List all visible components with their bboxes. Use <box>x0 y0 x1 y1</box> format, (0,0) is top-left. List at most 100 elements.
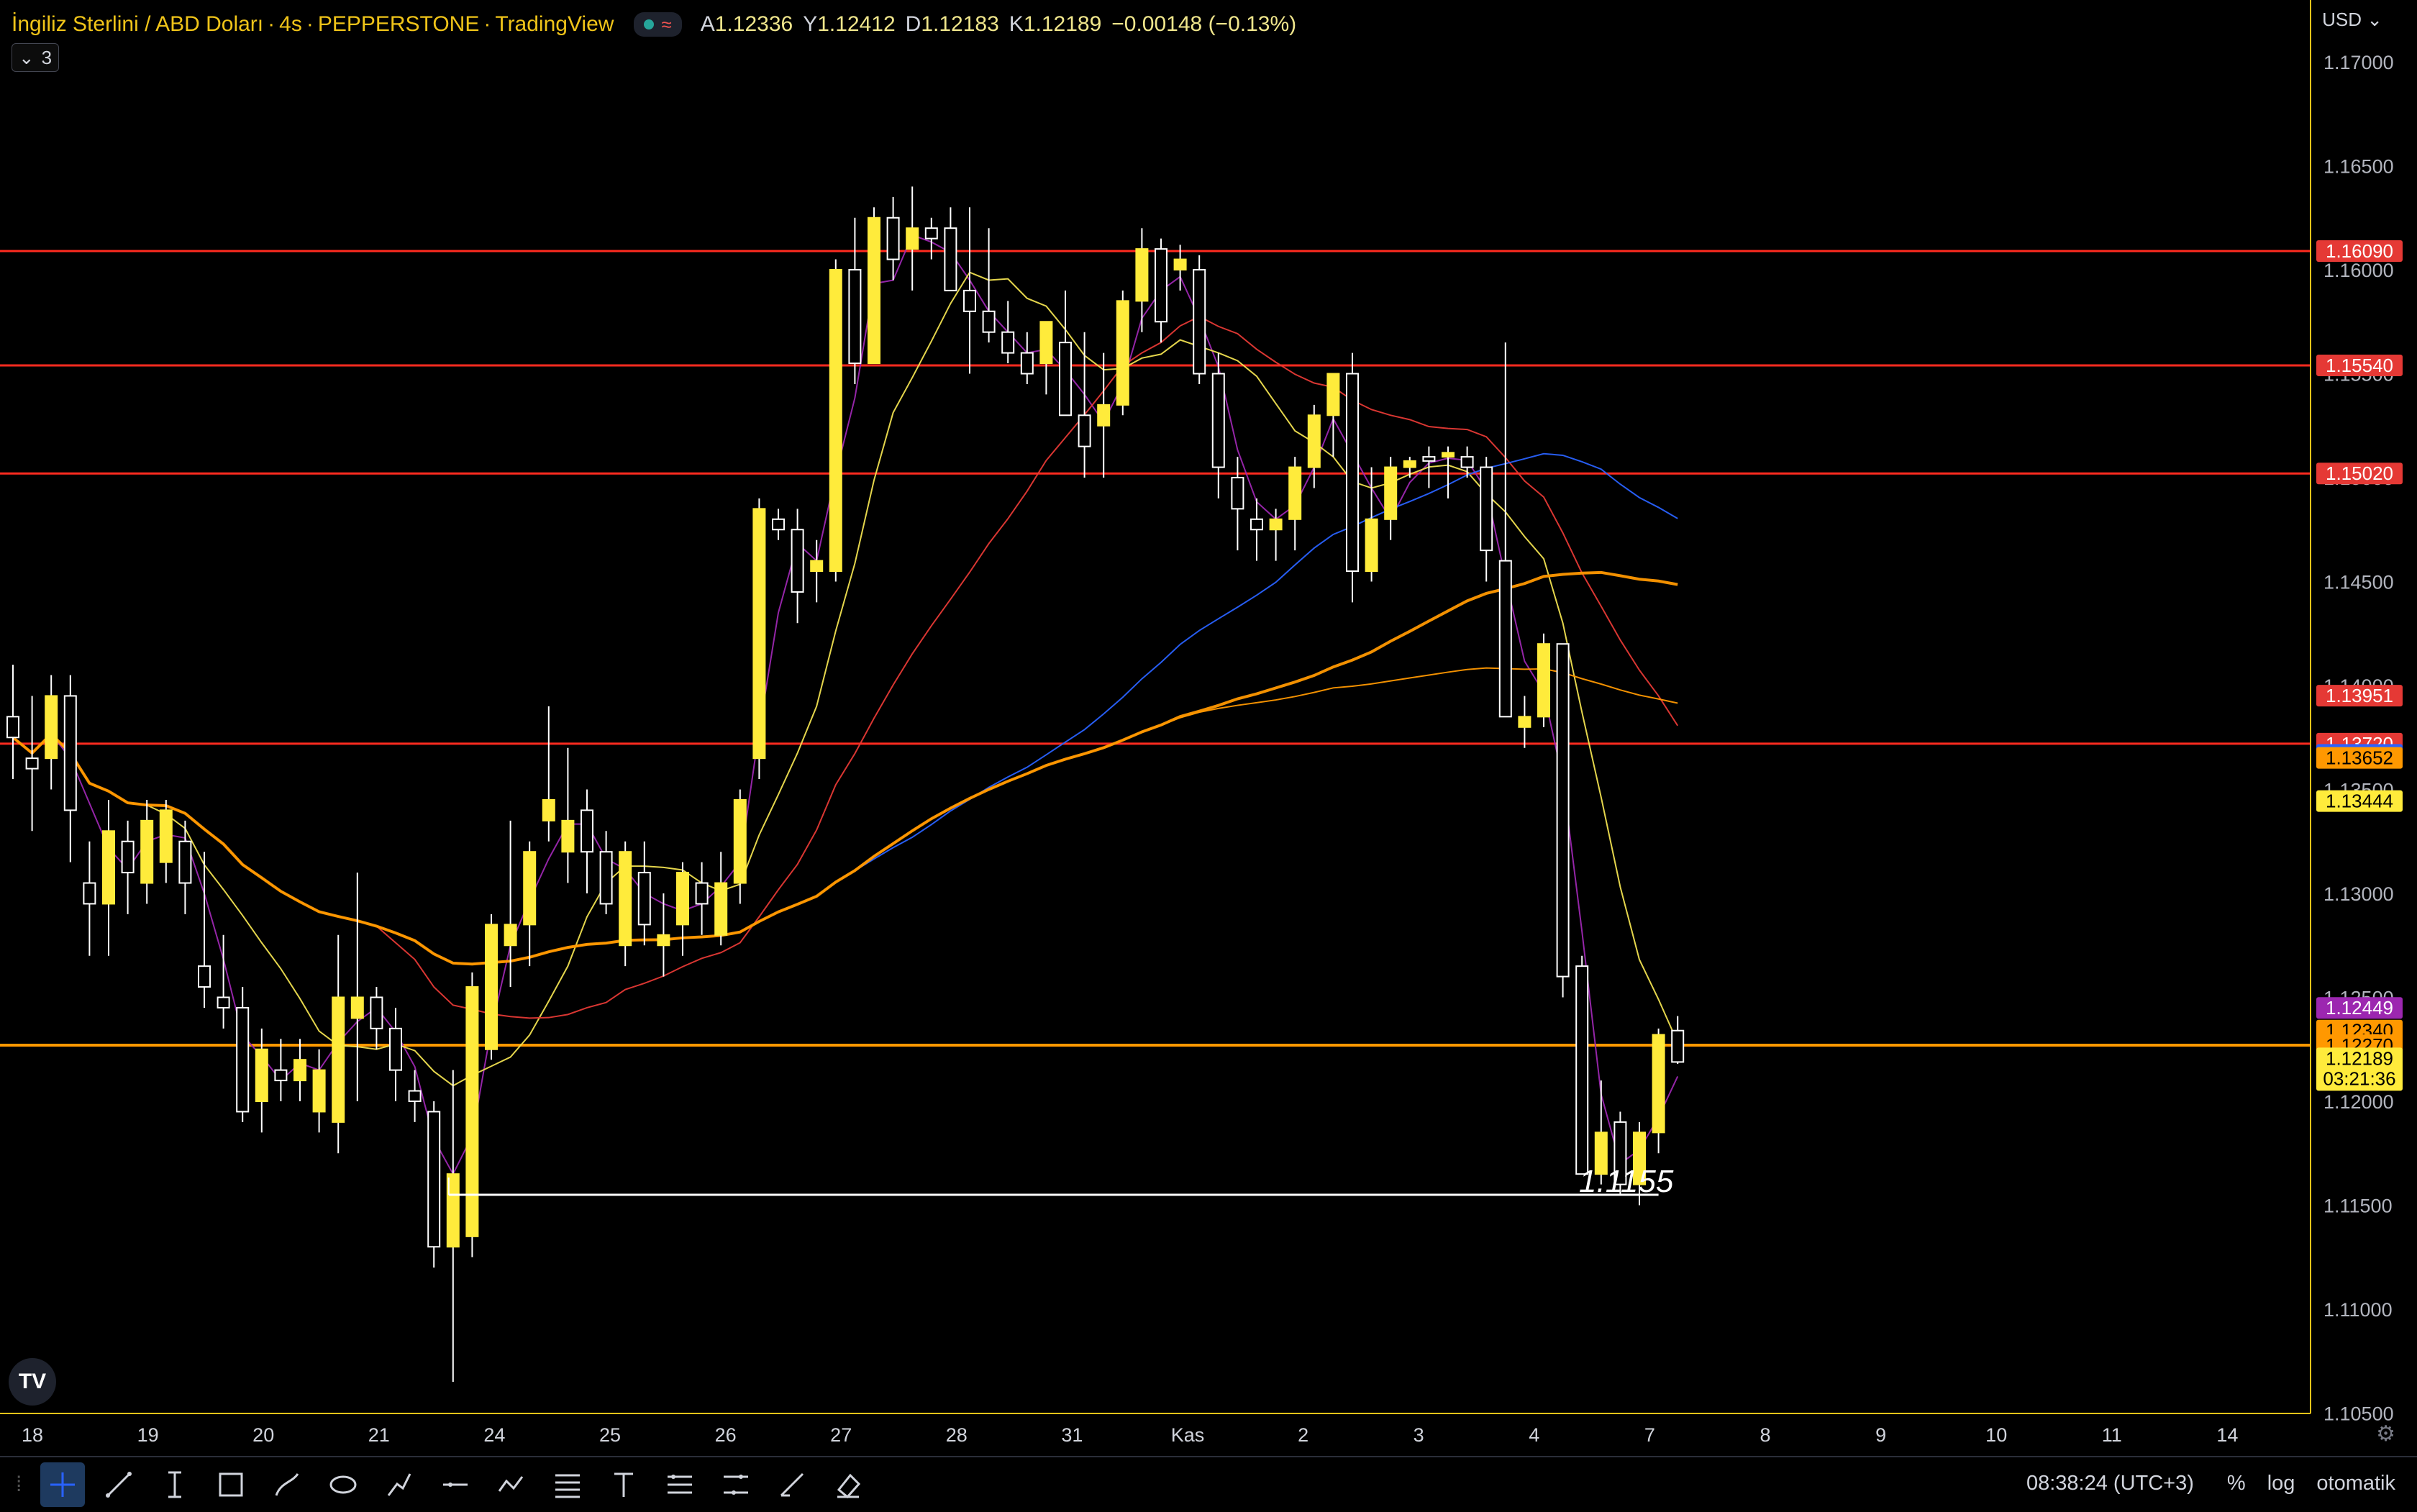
fib-channel-icon[interactable] <box>545 1462 590 1507</box>
ellipse-icon[interactable] <box>321 1462 365 1507</box>
candle[interactable] <box>676 862 689 956</box>
candle[interactable] <box>217 934 230 1029</box>
candle[interactable] <box>1480 457 1493 582</box>
eraser-icon[interactable] <box>826 1462 870 1507</box>
candle[interactable] <box>752 498 766 780</box>
indicators-toggle-button[interactable]: ⌄ 3 <box>12 43 59 72</box>
candle[interactable] <box>121 820 135 914</box>
price-chart[interactable]: 1.170001.165001.160001.155001.150001.145… <box>0 0 2417 1511</box>
candle[interactable] <box>274 1039 288 1101</box>
candle[interactable] <box>733 789 747 904</box>
candle[interactable] <box>1326 373 1340 457</box>
support-line[interactable] <box>447 1178 1659 1196</box>
candle[interactable] <box>523 841 537 967</box>
candle[interactable] <box>465 972 479 1257</box>
candle[interactable] <box>868 207 880 365</box>
measure-icon[interactable] <box>770 1462 814 1507</box>
candle[interactable] <box>772 509 785 540</box>
candle[interactable] <box>25 696 39 832</box>
candle[interactable] <box>389 1007 402 1101</box>
horizontal-levels[interactable] <box>0 250 2311 1047</box>
fib-icon[interactable] <box>153 1462 197 1507</box>
symbol-legend[interactable]: İngiliz Sterlini / ABD Doları · 4s · PEP… <box>12 10 1296 39</box>
toolbar-grip-icon[interactable]: ⁞ <box>16 1472 30 1497</box>
log-toggle[interactable]: log <box>2267 1472 2295 1495</box>
candle[interactable] <box>944 207 957 291</box>
candle[interactable] <box>1193 255 1206 384</box>
pitchfork-icon[interactable] <box>714 1462 758 1507</box>
candle[interactable] <box>370 987 383 1049</box>
candle[interactable] <box>1135 228 1149 332</box>
horizontal-ray-icon[interactable] <box>433 1462 478 1507</box>
candle[interactable] <box>1078 332 1091 478</box>
path-icon[interactable] <box>377 1462 422 1507</box>
candle[interactable] <box>236 987 250 1122</box>
annotation-text[interactable]: 1.1155 <box>1579 1164 1673 1200</box>
candle[interactable] <box>102 799 115 956</box>
candle[interactable] <box>1155 238 1167 343</box>
candle[interactable] <box>599 831 613 914</box>
candle[interactable] <box>1556 643 1570 998</box>
market-status[interactable]: ≈ <box>634 12 682 37</box>
candle[interactable] <box>485 914 498 1060</box>
long-position-icon[interactable] <box>657 1462 702 1507</box>
candle[interactable] <box>542 706 555 842</box>
candle[interactable] <box>810 539 824 603</box>
candle[interactable] <box>159 799 173 883</box>
trend-line-icon[interactable] <box>96 1462 141 1507</box>
candle[interactable] <box>581 789 593 894</box>
candle[interactable] <box>1116 290 1129 416</box>
candle[interactable] <box>1346 352 1359 603</box>
candle[interactable] <box>1039 321 1053 395</box>
candle[interactable] <box>695 862 709 935</box>
candle[interactable] <box>63 675 77 862</box>
candle[interactable] <box>1001 301 1015 364</box>
time-axis[interactable]: 18 19 20 21 24 25 26 27 28 31 Kas 2 3 4 7 8 9 10 11 14 <box>22 1424 2238 1446</box>
candle[interactable] <box>886 196 900 281</box>
candle[interactable] <box>140 799 154 904</box>
tradingview-logo[interactable]: TV <box>9 1358 56 1406</box>
candle[interactable] <box>848 217 862 384</box>
gear-icon[interactable]: ⚙ <box>2376 1421 2395 1447</box>
candle[interactable] <box>637 841 651 946</box>
candle[interactable] <box>561 747 575 883</box>
candle[interactable] <box>714 852 728 946</box>
candle[interactable] <box>1250 498 1263 561</box>
candle[interactable] <box>1384 457 1398 540</box>
symbol-name[interactable]: İngiliz Sterlini / ABD Doları <box>12 12 263 37</box>
candle[interactable] <box>1020 332 1034 384</box>
candle[interactable] <box>924 217 938 260</box>
candle[interactable] <box>1231 457 1244 551</box>
candle[interactable] <box>1211 352 1225 498</box>
candle[interactable] <box>791 509 804 624</box>
candle[interactable] <box>45 675 58 790</box>
candle[interactable] <box>1671 1016 1685 1064</box>
crosshair-icon[interactable] <box>40 1462 85 1507</box>
candle[interactable] <box>1498 342 1512 718</box>
rectangle-icon[interactable] <box>209 1462 253 1507</box>
candle[interactable] <box>6 665 19 780</box>
candle[interactable] <box>982 228 996 343</box>
clock[interactable]: 08:38:24 (UTC+3) <box>2026 1472 2194 1495</box>
polyline-icon[interactable] <box>489 1462 534 1507</box>
candle[interactable] <box>1365 467 1378 582</box>
candle[interactable] <box>1059 290 1072 416</box>
candle[interactable] <box>332 934 345 1154</box>
timeframe[interactable]: 4s <box>279 12 302 37</box>
currency-selector[interactable]: USD ⌄ <box>2322 9 2382 31</box>
candle[interactable] <box>1575 955 1589 1175</box>
candle[interactable] <box>1097 352 1111 478</box>
percent-toggle[interactable]: % <box>2227 1472 2246 1495</box>
candle[interactable] <box>312 1049 326 1133</box>
candle[interactable] <box>1537 633 1550 727</box>
candle[interactable] <box>1518 696 1531 748</box>
candle[interactable] <box>83 841 96 956</box>
candle[interactable] <box>829 259 842 582</box>
candle[interactable] <box>427 1101 441 1268</box>
candle[interactable] <box>198 852 211 1008</box>
text-icon[interactable] <box>601 1462 646 1507</box>
brush-icon[interactable] <box>265 1462 309 1507</box>
candle[interactable] <box>446 1070 460 1383</box>
candle[interactable] <box>1288 457 1302 551</box>
candle[interactable] <box>1652 1028 1665 1154</box>
